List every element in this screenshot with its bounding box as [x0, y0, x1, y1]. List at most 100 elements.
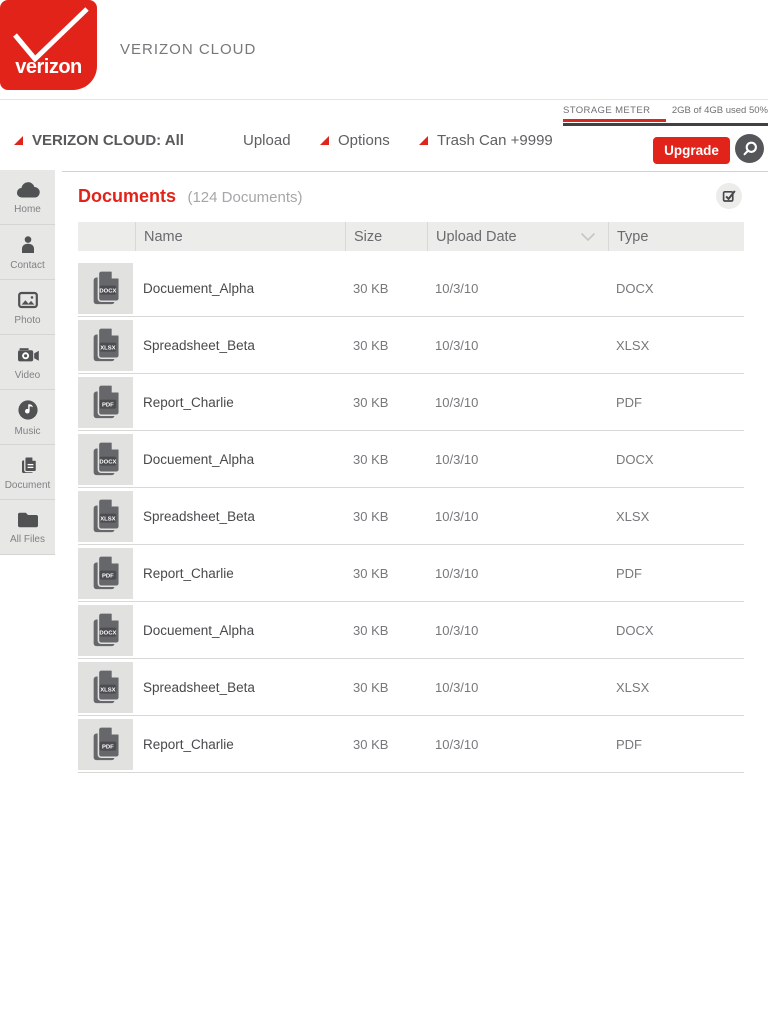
- column-header-size[interactable]: Size: [345, 222, 427, 251]
- storage-meter: STORAGE METER 2GB of 4GB used 50%: [563, 105, 768, 126]
- sidebar-item-label: Contact: [10, 260, 44, 271]
- table-row[interactable]: PDF Report_Charlie 30 KB 10/3/10 PDF: [78, 545, 744, 602]
- svg-text:XLSX: XLSX: [100, 516, 115, 522]
- file-type: PDF: [608, 566, 744, 581]
- document-count: (124 Documents): [187, 189, 302, 206]
- table-row[interactable]: XLSX Spreadsheet_Beta 30 KB 10/3/10 XLSX: [78, 488, 744, 545]
- file-upload-date: 10/3/10: [427, 623, 608, 638]
- verizon-wordmark: verizon: [0, 56, 97, 79]
- file-icon-cell[interactable]: PDF: [78, 377, 133, 428]
- nav-upload[interactable]: Upload: [243, 132, 291, 149]
- column-header-upload-date[interactable]: Upload Date: [427, 222, 608, 251]
- column-label: Type: [617, 229, 648, 245]
- folder-icon: [15, 509, 41, 531]
- svg-text:PDF: PDF: [102, 744, 114, 750]
- video-camera-icon: [15, 343, 41, 367]
- storage-meter-label: STORAGE METER: [563, 105, 650, 116]
- person-icon: [16, 233, 40, 257]
- file-icon-cell[interactable]: XLSX: [78, 320, 133, 371]
- file-table-body: DOCX Docuement_Alpha 30 KB 10/3/10 DOCX …: [78, 260, 744, 773]
- file-size: 30 KB: [345, 452, 427, 467]
- magnifier-icon: [739, 138, 761, 160]
- file-icon-cell[interactable]: PDF: [78, 719, 133, 770]
- nav-label: VERIZON CLOUD: All: [32, 132, 184, 149]
- table-row[interactable]: DOCX Docuement_Alpha 30 KB 10/3/10 DOCX: [78, 602, 744, 659]
- table-row[interactable]: PDF Report_Charlie 30 KB 10/3/10 PDF: [78, 374, 744, 431]
- file-size: 30 KB: [345, 623, 427, 638]
- sidebar-item-label: Document: [5, 480, 51, 491]
- main-navbar: VERIZON CLOUD: All Upload Options Trash …: [0, 130, 768, 164]
- sidebar-item-video[interactable]: Video: [0, 335, 55, 390]
- column-label: Name: [144, 229, 183, 245]
- search-button[interactable]: [735, 134, 764, 163]
- file-icon-cell[interactable]: XLSX: [78, 491, 133, 542]
- sidebar-item-all-files[interactable]: All Files: [0, 500, 55, 555]
- column-header-name[interactable]: Name: [135, 222, 345, 251]
- file-icon-cell[interactable]: DOCX: [78, 263, 133, 314]
- file-name: Report_Charlie: [135, 395, 345, 410]
- storage-total-bar: [563, 123, 768, 126]
- red-triangle-icon: [14, 136, 23, 145]
- table-row[interactable]: XLSX Spreadsheet_Beta 30 KB 10/3/10 XLSX: [78, 317, 744, 374]
- nav-label: Options: [338, 132, 390, 149]
- file-upload-date: 10/3/10: [427, 452, 608, 467]
- cloud-icon: [15, 179, 41, 201]
- svg-text:XLSX: XLSX: [100, 687, 115, 693]
- svg-text:PDF: PDF: [102, 402, 114, 408]
- file-size: 30 KB: [345, 680, 427, 695]
- sidebar-item-document[interactable]: Document: [0, 445, 55, 500]
- file-name: Spreadsheet_Beta: [135, 338, 345, 353]
- svg-text:PDF: PDF: [102, 573, 114, 579]
- column-header-type[interactable]: Type: [608, 222, 744, 251]
- nav-label: Trash Can +9999: [437, 132, 553, 149]
- svg-text:DOCX: DOCX: [99, 459, 116, 465]
- sidebar-item-photo[interactable]: Photo: [0, 280, 55, 335]
- sidebar: Home Contact Photo Video Musi: [0, 170, 55, 555]
- file-type: DOCX: [608, 281, 744, 296]
- svg-text:DOCX: DOCX: [99, 630, 116, 636]
- page-title: Documents: [78, 186, 176, 206]
- sidebar-item-home[interactable]: Home: [0, 170, 55, 225]
- upgrade-button[interactable]: Upgrade: [653, 137, 730, 164]
- file-size: 30 KB: [345, 509, 427, 524]
- file-document-icon: DOCX: [87, 609, 125, 651]
- verizon-logo[interactable]: verizon: [0, 0, 97, 90]
- svg-text:DOCX: DOCX: [99, 288, 116, 294]
- file-type: XLSX: [608, 680, 744, 695]
- nav-options[interactable]: Options: [320, 132, 390, 149]
- file-upload-date: 10/3/10: [427, 737, 608, 752]
- chevron-down-icon[interactable]: [580, 232, 596, 242]
- documents-icon: [16, 453, 40, 477]
- header-divider: [0, 99, 768, 100]
- file-document-icon: XLSX: [87, 324, 125, 366]
- file-icon-cell[interactable]: DOCX: [78, 605, 133, 656]
- column-label: Size: [354, 229, 382, 245]
- red-triangle-icon: [320, 136, 329, 145]
- file-type: PDF: [608, 395, 744, 410]
- table-row[interactable]: XLSX Spreadsheet_Beta 30 KB 10/3/10 XLSX: [78, 659, 744, 716]
- sidebar-item-label: All Files: [10, 534, 45, 545]
- sidebar-item-music[interactable]: Music: [0, 390, 55, 445]
- table-row[interactable]: PDF Report_Charlie 30 KB 10/3/10 PDF: [78, 716, 744, 773]
- file-name: Docuement_Alpha: [135, 623, 345, 638]
- nav-verizon-cloud-all[interactable]: VERIZON CLOUD: All: [14, 132, 184, 149]
- file-name: Spreadsheet_Beta: [135, 509, 345, 524]
- file-size: 30 KB: [345, 566, 427, 581]
- table-header: Name Size Upload Date Type: [78, 222, 744, 251]
- table-row[interactable]: DOCX Docuement_Alpha 30 KB 10/3/10 DOCX: [78, 431, 744, 488]
- select-all-button[interactable]: [716, 183, 742, 209]
- file-document-icon: DOCX: [87, 438, 125, 480]
- file-type: DOCX: [608, 452, 744, 467]
- file-icon-cell[interactable]: PDF: [78, 548, 133, 599]
- column-header-icon: [78, 222, 135, 251]
- file-type: PDF: [608, 737, 744, 752]
- file-upload-date: 10/3/10: [427, 566, 608, 581]
- file-name: Spreadsheet_Beta: [135, 680, 345, 695]
- file-icon-cell[interactable]: DOCX: [78, 434, 133, 485]
- file-icon-cell[interactable]: XLSX: [78, 662, 133, 713]
- table-row[interactable]: DOCX Docuement_Alpha 30 KB 10/3/10 DOCX: [78, 260, 744, 317]
- sidebar-item-label: Home: [14, 204, 41, 215]
- nav-trash-can[interactable]: Trash Can +9999: [419, 132, 553, 149]
- file-upload-date: 10/3/10: [427, 338, 608, 353]
- sidebar-item-contact[interactable]: Contact: [0, 225, 55, 280]
